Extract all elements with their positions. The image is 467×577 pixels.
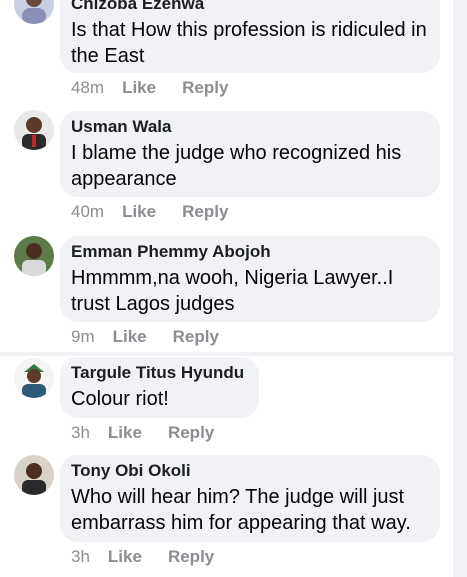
comment-text: I blame the judge who recognized his app… (71, 142, 402, 190)
comment-text: Hmmmm,na wooh, Nigeria Lawyer..I trust L… (71, 267, 394, 315)
reply-button[interactable]: Reply (182, 78, 228, 98)
reply-button[interactable]: Reply (168, 423, 214, 443)
comment-author[interactable]: Usman Wala (71, 117, 428, 137)
comment-actions: 3h Like Reply (71, 423, 214, 443)
avatar[interactable] (14, 358, 54, 398)
comment-author[interactable]: Tony Obi Okoli (71, 461, 428, 481)
comment-author[interactable]: Emman Phemmy Abojoh (71, 242, 428, 262)
comment-bubble: Targule Titus Hyundu Colour riot! (60, 357, 259, 418)
comment-text: Who will hear him? The judge will just e… (71, 486, 411, 534)
avatar[interactable] (14, 0, 54, 24)
reply-button[interactable]: Reply (173, 327, 219, 347)
comment-timestamp[interactable]: 3h (71, 547, 90, 567)
comment-bubble: Tony Obi Okoli Who will hear him? The ju… (60, 455, 440, 542)
comment-actions: 3h Like Reply (71, 547, 214, 567)
avatar[interactable] (14, 236, 54, 276)
comment-bubble: Emman Phemmy Abojoh Hmmmm,na wooh, Niger… (60, 236, 440, 322)
right-scroll-rail (453, 0, 467, 577)
like-button[interactable]: Like (108, 423, 142, 443)
comment-author[interactable]: Chizoba Ezenwa (71, 0, 428, 14)
comment-timestamp[interactable]: 3h (71, 423, 90, 443)
comment-timestamp[interactable]: 40m (71, 202, 104, 222)
comment-bubble: Usman Wala I blame the judge who recogni… (60, 111, 440, 197)
comment-actions: 9m Like Reply (71, 327, 219, 347)
comment-actions: 40m Like Reply (71, 202, 228, 222)
avatar[interactable] (14, 455, 54, 495)
comment-timestamp[interactable]: 9m (71, 327, 95, 347)
comment-timestamp[interactable]: 48m (71, 78, 104, 98)
comment-text: Is that How this profession is ridiculed… (71, 19, 427, 67)
section-divider (0, 352, 453, 356)
comment-text: Colour riot! (71, 388, 169, 410)
like-button[interactable]: Like (113, 327, 147, 347)
avatar[interactable] (14, 110, 54, 150)
reply-button[interactable]: Reply (182, 202, 228, 222)
comment-bubble: Chizoba Ezenwa Is that How this professi… (60, 0, 440, 73)
like-button[interactable]: Like (122, 78, 156, 98)
reply-button[interactable]: Reply (168, 547, 214, 567)
like-button[interactable]: Like (108, 547, 142, 567)
like-button[interactable]: Like (122, 202, 156, 222)
comment-actions: 48m Like Reply (71, 78, 228, 98)
comment-author[interactable]: Targule Titus Hyundu (71, 363, 247, 383)
